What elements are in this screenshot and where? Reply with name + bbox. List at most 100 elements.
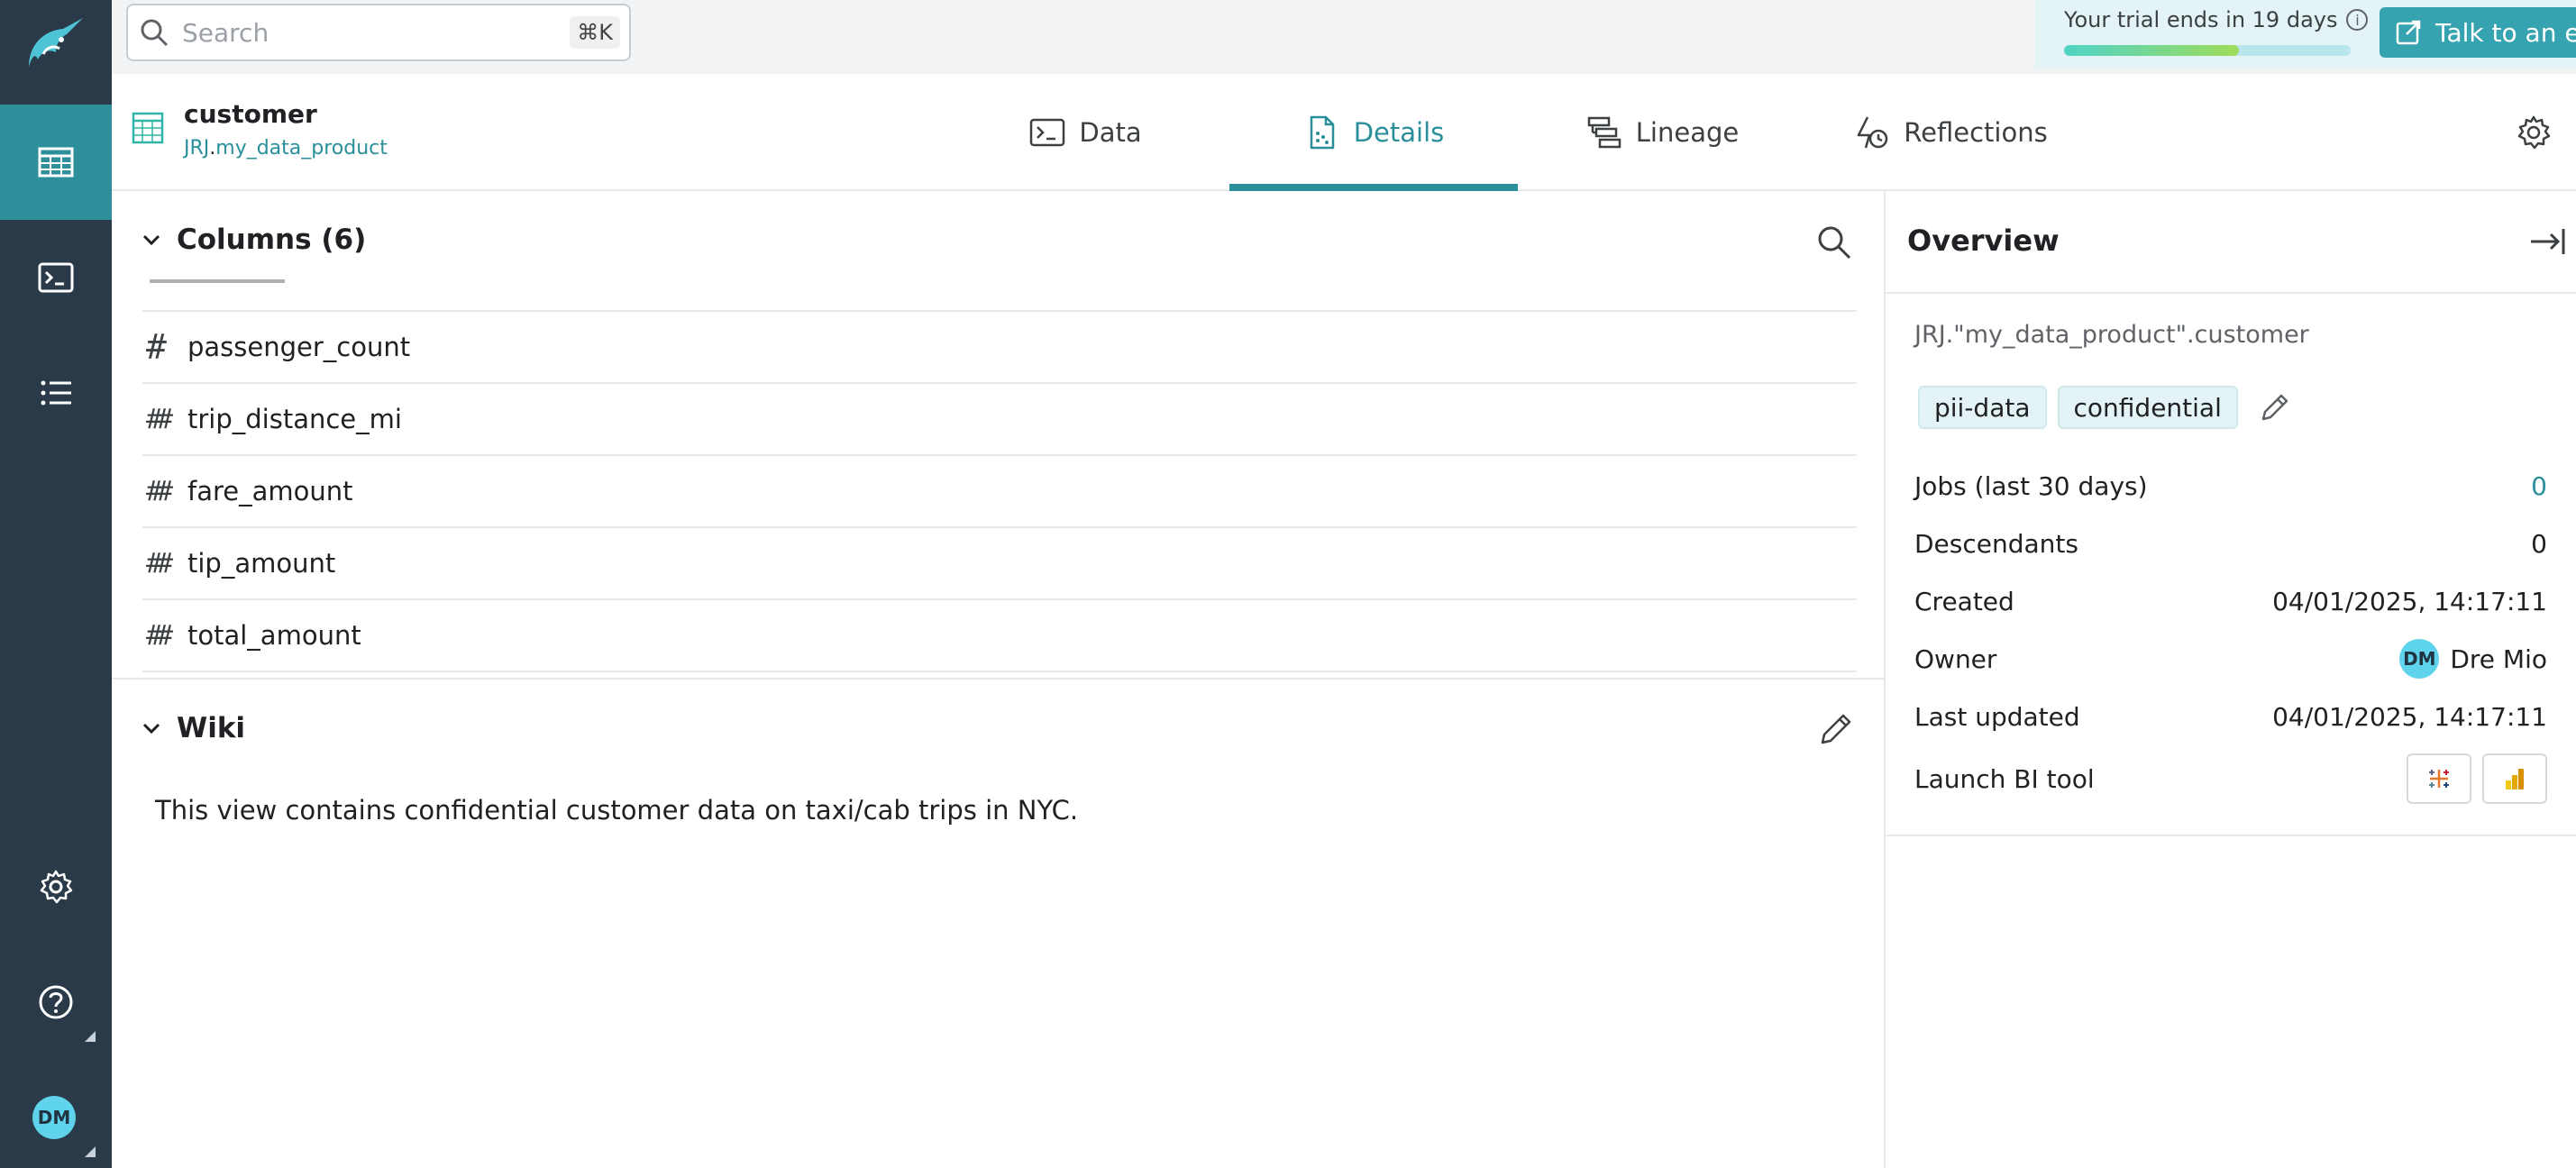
column-row[interactable]: ## tip_amount [142,528,1857,600]
dataset-title: customer [184,99,317,129]
tab-reflections[interactable]: Reflections [1806,74,2095,191]
column-row[interactable]: ## total_amount [142,600,1857,672]
left-nav-rail: DM [0,0,112,1168]
help-circle-icon [39,985,73,1019]
lineage-icon [1587,116,1621,149]
wiki-section-toggle[interactable]: Wiki [139,712,245,744]
power-bi-icon [2506,769,2524,789]
document-icon [1310,115,1334,150]
tab-lineage[interactable]: Lineage [1518,74,1806,191]
edit-tags-pencil-icon[interactable] [2258,390,2292,424]
gear-icon [40,870,73,904]
wiki-edit-pencil-icon[interactable] [1815,708,1857,750]
overview-panel: Overview JRJ."my_data_product".customer … [1884,191,2576,1168]
partial-row-remnant [150,274,285,283]
column-name: trip_distance_mi [187,404,402,434]
tab-reflections-label: Reflections [1904,117,2048,148]
breadcrumb-space-link[interactable]: JRJ [184,137,209,160]
search-icon [141,19,169,47]
trial-text-wrap: Your trial ends in 19 days i [2064,7,2369,32]
dataset-breadcrumb: JRJ.my_data_product [184,137,388,160]
user-menu-corner-indicator [85,1146,96,1157]
global-search[interactable]: ⌘K [126,4,631,61]
column-search-icon[interactable] [1815,224,1853,261]
tab-details-label: Details [1353,117,1445,148]
created-row: Created 04/01/2025, 14:17:11 [1914,579,2547,624]
tab-lineage-label: Lineage [1635,117,1740,148]
trial-progress-fill [2064,45,2239,56]
reflections-icon [1858,116,1888,149]
user-avatar[interactable]: DM [32,1096,76,1139]
overview-title: Overview [1907,224,2060,258]
owner-value: DM Dre Mio [2399,639,2547,679]
breadcrumb-folder-link[interactable]: my_data_product [215,137,388,160]
descendants-label: Descendants [1914,528,2078,559]
dataset-settings-gear-icon[interactable] [2515,114,2553,151]
nav-jobs[interactable] [0,335,112,451]
created-value: 04/01/2025, 14:17:11 [2272,586,2547,616]
trial-progress-bar [2064,45,2351,56]
trial-message: Your trial ends in 19 days [2064,7,2338,32]
decimal-type-icon: ## [146,403,173,435]
column-row[interactable]: # passenger_count [142,312,1857,384]
trial-banner: Your trial ends in 19 days i Talk to an … [2035,0,2576,68]
chevron-down-icon [142,723,160,735]
column-name: tip_amount [187,548,336,579]
wiki-content: This view contains confidential customer… [155,795,1079,826]
decimal-type-icon: ## [146,475,173,507]
collapse-panel-icon[interactable] [2527,224,2567,260]
column-row[interactable]: ## fare_amount [142,456,1857,528]
column-row-partial [142,272,1857,312]
integer-type-icon: # [146,327,167,367]
owner-name: Dre Mio [2450,643,2547,674]
tableau-icon [2429,770,2449,788]
dataset-full-path: JRJ."my_data_product".customer [1914,321,2309,349]
decimal-type-icon: ## [146,619,173,652]
list-icon [41,380,71,406]
nav-datasets[interactable] [0,105,112,220]
owner-label: Owner [1914,643,1997,674]
last-updated-value: 04/01/2025, 14:17:11 [2272,701,2547,732]
tab-details[interactable]: Details [1229,74,1518,191]
columns-section-toggle[interactable]: Columns (6) [139,224,366,256]
overview-bottom-divider [1886,835,2576,836]
jobs-count-link[interactable]: 0 [2531,471,2547,501]
last-updated-label: Last updated [1914,701,2080,732]
launch-bi-row: Launch BI tool [1914,752,2547,806]
created-label: Created [1914,586,2014,616]
terminal-icon [38,262,74,293]
descendants-value: 0 [2531,528,2547,559]
column-row[interactable]: ## trip_distance_mi [142,384,1857,456]
jobs-row: Jobs (last 30 days) 0 [1914,463,2547,508]
jobs-label: Jobs (last 30 days) [1914,470,2148,501]
talk-to-expert-label: Talk to an expert [2435,17,2576,48]
talk-to-expert-button[interactable]: Talk to an expert [2380,7,2576,58]
owner-row: Owner DM Dre Mio [1914,636,2547,681]
nav-sql-runner[interactable] [0,220,112,335]
nav-settings[interactable] [0,829,112,944]
tab-data-label: Data [1079,117,1142,148]
columns-section-title: Columns (6) [177,224,367,256]
power-bi-button[interactable] [2482,753,2547,804]
nav-help[interactable] [0,944,112,1060]
dataset-table-icon [132,112,164,144]
tableau-button[interactable] [2407,753,2471,804]
tag-confidential[interactable]: confidential [2057,386,2238,429]
search-shortcut-hint: ⌘K [570,16,620,49]
info-icon[interactable]: i [2346,9,2369,31]
chevron-down-icon [142,234,160,246]
tab-data[interactable]: Data [941,74,1229,191]
owner-avatar: DM [2399,639,2440,679]
table-grid-icon [38,147,74,178]
narwhal-logo-icon[interactable] [20,13,88,81]
column-name: fare_amount [187,476,353,506]
details-main-panel: Columns (6) # passenger_count ## trip_di… [112,191,1884,1168]
external-link-icon [2396,20,2421,45]
dataset-header: customer JRJ.my_data_product Data Detail… [112,74,2576,191]
descendants-row: Descendants 0 [1914,521,2547,566]
tag-pii-data[interactable]: pii-data [1918,386,2047,429]
overview-divider [1886,292,2576,294]
tag-list: pii-data confidential [1918,386,2292,429]
column-name: total_amount [187,620,361,651]
search-input[interactable] [182,17,561,48]
